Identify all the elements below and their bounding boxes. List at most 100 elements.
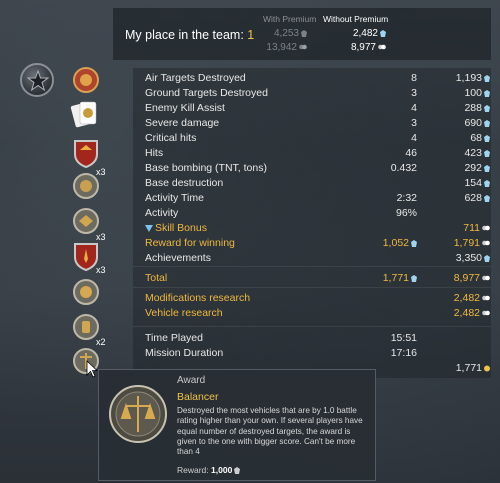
stats-row: Vehicle research 2,482 [145, 307, 490, 322]
silver-lions-icon [411, 275, 417, 282]
stats-row-label: Reward for winning [145, 237, 235, 249]
stats-row: Total 1,771 8,977 [145, 272, 490, 287]
stats-row-reward: 423 [464, 147, 490, 159]
stats-row-count-text: 15:51 [390, 332, 417, 344]
stats-row-reward-text: 154 [464, 177, 482, 189]
stats-row-count: 3 [411, 117, 417, 129]
stats-row-count: 2:32 [397, 192, 417, 204]
award-wings-medal-icon[interactable]: x3 [72, 207, 106, 242]
stats-row-count: 46 [405, 147, 417, 159]
award-red-shield-icon[interactable]: x3 [72, 241, 106, 275]
stats-row: Activity Time 2:32 628 [145, 192, 490, 207]
stats-row: Activity 96% [145, 207, 490, 222]
award-name: Balancer [177, 391, 219, 403]
silver-lions-icon [411, 240, 417, 247]
silver-lions-icon [234, 467, 241, 474]
award-medal-red-icon[interactable] [72, 66, 102, 96]
silver-lions-icon [484, 195, 490, 202]
award-shield-icon[interactable] [72, 138, 102, 169]
stats-row-reward: 3,350 [456, 252, 490, 264]
stats-row-reward: 1,771 [456, 362, 490, 374]
stats-row-count: 3 [411, 87, 417, 99]
silver-lions-icon [484, 120, 490, 127]
stats-row-reward: 711 [463, 222, 490, 234]
award-tooltip: Award Balancer Destroyed the most vehicl… [98, 369, 376, 481]
silver-lions-icon [484, 75, 490, 82]
research-points-icon [482, 240, 490, 246]
research-points-icon [482, 225, 490, 231]
stats-row-label: Achievements [145, 252, 211, 264]
stats-row-reward-text: 292 [464, 162, 482, 174]
stats-row-count-text: 3 [411, 117, 417, 129]
stats-row-count-text: 0.432 [390, 162, 417, 174]
stats-row-label: Time Played [145, 332, 203, 344]
stats-row-reward-text: 423 [464, 147, 482, 159]
stats-row: Air Targets Destroyed 8 1,193 [145, 72, 490, 87]
stats-row-count-text: 1,771 [382, 272, 409, 284]
stats-row: Hits 46 423 [145, 147, 490, 162]
research-points-icon [299, 44, 307, 50]
with-premium-header: With Premium [263, 14, 317, 24]
stats-row-label: Hits [145, 147, 164, 159]
stats-row-reward: 690 [464, 117, 490, 129]
stats-row-reward: 1,791 [454, 237, 490, 249]
stats-row-reward: 628 [464, 192, 490, 204]
stats-row-count: 1,771 [383, 272, 417, 284]
rp-without-premium: 8,977 [326, 42, 386, 53]
rank-star-icon[interactable] [20, 63, 54, 97]
stats-row-count-text: 1,052 [382, 237, 409, 249]
stats-row-reward-text: 690 [464, 117, 482, 129]
divider [133, 266, 491, 267]
tooltip-title: Award [177, 375, 206, 386]
award-cards-icon[interactable] [70, 98, 100, 128]
stats-row-count-text: 96% [395, 207, 417, 219]
stats-row: Severe damage 3 690 [145, 117, 490, 132]
stats-row-label-text: Skill Bonus [155, 222, 207, 234]
stats-row-count: 17:16 [391, 347, 417, 359]
stats-row-count-text: 4 [411, 102, 417, 114]
stats-row-reward-text: 2,482 [453, 307, 480, 319]
golden-eagles-icon [484, 365, 490, 372]
research-points-icon [482, 310, 490, 316]
stats-row-reward: 68 [470, 132, 490, 144]
stats-row-count: 4 [411, 102, 417, 114]
award-gear-medal-icon[interactable]: x3 [72, 167, 106, 202]
stats-row: Reward for winning 1,052 1,791 [145, 237, 490, 252]
stats-row-label: Air Targets Destroyed [145, 72, 246, 84]
silver-lions-icon [301, 30, 307, 37]
stats-row: Time Played 15:51 [145, 332, 490, 347]
stats-row-reward: 8,977 [454, 272, 490, 284]
stats-row: Critical hits 4 68 [145, 132, 490, 147]
sl-without-premium: 2,482 [326, 28, 386, 39]
silver-lions-icon [484, 105, 490, 112]
silver-lions-icon [484, 90, 490, 97]
stats-row-reward-text: 100 [464, 87, 482, 99]
stats-row-count: 4 [411, 132, 417, 144]
stats-row-reward-text: 628 [464, 192, 482, 204]
silver-lions-icon [484, 135, 490, 142]
divider [133, 287, 491, 288]
stats-row: Modifications research 2,482 [145, 292, 490, 307]
award-fist-medal-icon[interactable]: x2 [72, 313, 106, 347]
award-gold-medal-icon[interactable] [72, 278, 102, 308]
stats-row-label: Vehicle research [145, 307, 223, 319]
stats-row: Ground Targets Destroyed 3 100 [145, 87, 490, 102]
balancer-medal-icon [109, 385, 167, 443]
stats-row: Base destruction 154 [145, 177, 490, 192]
team-place-label: My place in the team: 1 [125, 28, 255, 42]
stats-row-label: Activity [145, 207, 179, 219]
stats-row-count: 15:51 [391, 332, 417, 344]
award-multiplier: x3 [96, 265, 106, 275]
stats-row-count-text: 46 [405, 147, 417, 159]
stats-row-count-text: 8 [411, 72, 417, 84]
stats-row-reward-text: 711 [463, 222, 480, 234]
stats-row-reward: 100 [464, 87, 490, 99]
stats-row-count-text: 4 [411, 132, 417, 144]
stats-row-label: Base destruction [145, 177, 224, 189]
stats-row-reward-text: 1,771 [455, 362, 482, 374]
stats-row-label: Base bombing (TNT, tons) [145, 162, 267, 174]
without-premium-header: Without Premium [323, 14, 389, 24]
stats-row-count-text: 2:32 [396, 192, 417, 204]
stats-row-reward-text: 2,482 [453, 292, 480, 304]
stats-row-count-text: 17:16 [390, 347, 417, 359]
